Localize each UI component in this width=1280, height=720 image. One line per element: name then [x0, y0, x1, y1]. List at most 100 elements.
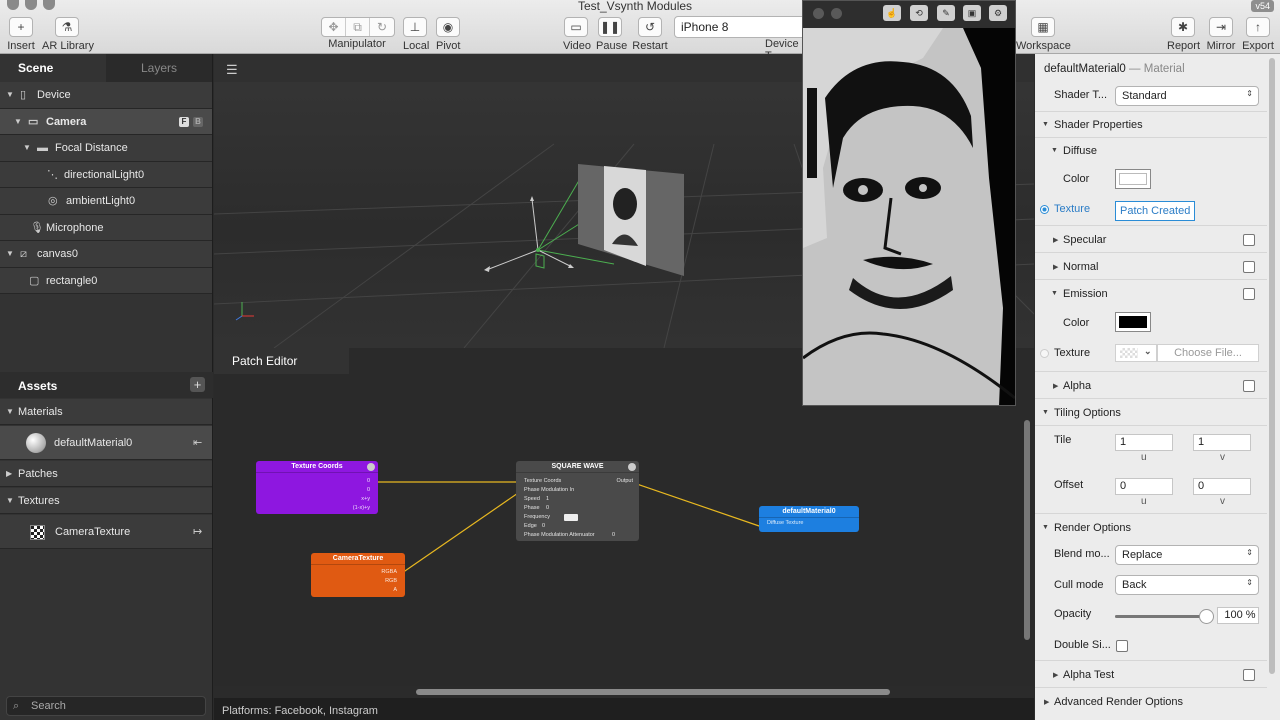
- chevron-right-icon[interactable]: ▶: [1053, 382, 1058, 390]
- chevron-down-icon[interactable]: ▼: [1042, 409, 1049, 416]
- report-button[interactable]: ✱ Report: [1167, 17, 1200, 52]
- edge-value[interactable]: 0: [542, 523, 545, 529]
- diffuse-header[interactable]: ▼ Diffuse: [1035, 138, 1267, 164]
- tiling-options-header[interactable]: ▼ Tiling Options: [1035, 399, 1267, 426]
- scale-icon[interactable]: ⧉: [346, 18, 370, 36]
- pause-button[interactable]: ❚❚ Pause: [596, 17, 627, 52]
- port-x-plus-y[interactable]: x+y: [361, 496, 370, 502]
- port-phase-modulation-in[interactable]: Phase Modulation In: [524, 487, 574, 493]
- tree-item-microphone[interactable]: 🎙 Microphone: [0, 214, 212, 241]
- chevron-down-icon[interactable]: ▼: [23, 135, 31, 161]
- workspace-button[interactable]: ▦ Workspace: [1016, 17, 1071, 52]
- insert-button[interactable]: + Insert: [7, 17, 35, 52]
- rotate-icon[interactable]: ↻: [370, 18, 394, 36]
- restart-button[interactable]: ↺ Restart: [632, 17, 668, 52]
- port-speed[interactable]: Speed: [524, 496, 540, 502]
- alpha-test-checkbox[interactable]: [1243, 669, 1255, 681]
- tab-patch-editor[interactable]: Patch Editor: [214, 348, 349, 374]
- export-button[interactable]: ↑ Export: [1242, 17, 1274, 52]
- advanced-render-options-row[interactable]: ▶ Advanced Render Options: [1035, 688, 1267, 715]
- tile-v-input[interactable]: 1: [1193, 434, 1251, 451]
- port-texture-coords[interactable]: Texture Coords: [524, 478, 561, 484]
- arrow-left-bar-icon[interactable]: ⇤: [193, 426, 202, 460]
- choose-file-button[interactable]: Choose File...: [1157, 344, 1259, 362]
- assets-patches-folder[interactable]: ▶ Patches: [0, 461, 212, 487]
- emission-color-swatch[interactable]: [1115, 312, 1151, 332]
- port-1[interactable]: 0: [367, 487, 370, 493]
- chevron-down-icon[interactable]: ▼: [1042, 524, 1049, 531]
- chevron-down-icon[interactable]: ▼: [6, 488, 14, 514]
- emission-row[interactable]: ▼ Emission: [1035, 280, 1267, 307]
- cull-mode-select[interactable]: Back ⇕: [1115, 575, 1259, 595]
- frequency-input[interactable]: [564, 514, 578, 521]
- diffuse-color-swatch[interactable]: [1115, 169, 1151, 189]
- port-0[interactable]: 0: [367, 478, 370, 484]
- chevron-down-icon[interactable]: ▼: [6, 241, 14, 267]
- chevron-down-icon[interactable]: ▼: [6, 82, 14, 108]
- specular-checkbox[interactable]: [1243, 234, 1255, 246]
- chevron-down-icon[interactable]: ▼: [14, 109, 22, 135]
- texture-radio-selected[interactable]: [1040, 205, 1049, 214]
- port-output[interactable]: Output: [616, 478, 633, 484]
- simulator-minimize-button[interactable]: [831, 8, 842, 19]
- port-rgb[interactable]: RGB: [385, 578, 397, 584]
- move-icon[interactable]: ✥: [322, 18, 346, 36]
- square-wave-node[interactable]: SQUARE WAVE Texture Coords Phase Modulat…: [516, 461, 639, 541]
- node-settings-icon[interactable]: [367, 463, 375, 471]
- mirror-button[interactable]: ⇥ Mirror: [1206, 17, 1236, 52]
- opacity-slider-track[interactable]: [1115, 609, 1214, 624]
- chevron-down-icon[interactable]: ▼: [6, 399, 14, 425]
- chevron-right-icon[interactable]: ▶: [1053, 236, 1058, 244]
- chevron-down-icon[interactable]: ▼: [1051, 147, 1058, 154]
- add-asset-button[interactable]: +: [190, 377, 205, 392]
- patch-vertical-scrollbar[interactable]: [1024, 420, 1030, 640]
- opacity-input[interactable]: 100 %: [1217, 607, 1259, 624]
- assets-materials-folder[interactable]: ▼ Materials: [0, 399, 212, 425]
- chevron-right-icon[interactable]: ▶: [1053, 263, 1058, 271]
- tree-item-canvas[interactable]: ▼ ⧄ canvas0: [0, 241, 212, 268]
- tree-item-camera[interactable]: ▼ ▭ Camera F B: [0, 108, 212, 135]
- port-edge[interactable]: Edge: [524, 523, 537, 529]
- port-phase-modulation-attenuator[interactable]: Phase Modulation Attenuator: [524, 532, 595, 538]
- back-camera-badge[interactable]: B: [193, 116, 203, 127]
- port-a[interactable]: A: [393, 587, 397, 593]
- rotate-device-icon[interactable]: ⟲: [910, 5, 928, 21]
- shader-type-select[interactable]: Standard ⇕: [1115, 86, 1259, 106]
- default-material-node[interactable]: defaultMaterial0 Diffuse Texture: [759, 506, 859, 532]
- tab-layers[interactable]: Layers: [106, 54, 212, 82]
- brush-icon[interactable]: ✎: [937, 5, 955, 21]
- blend-mode-select[interactable]: Replace ⇕: [1115, 545, 1259, 565]
- alpha-checkbox[interactable]: [1243, 380, 1255, 392]
- pivot-button[interactable]: ◉ Pivot: [436, 17, 460, 52]
- ar-library-button[interactable]: ⚗ AR Library: [42, 17, 94, 52]
- chevron-down-icon[interactable]: ▼: [1051, 290, 1058, 297]
- node-settings-icon[interactable]: [628, 463, 636, 471]
- local-button[interactable]: ⊥ Local: [403, 17, 429, 52]
- tree-item-focal-distance[interactable]: ▼ ▬ Focal Distance: [0, 135, 212, 162]
- tree-item-rectangle[interactable]: ▢ rectangle0: [0, 267, 212, 294]
- tree-item-ambient-light[interactable]: ◎ ambientLight0: [0, 188, 212, 215]
- texture-coords-node[interactable]: Texture Coords 0 0 x+y (1-x)+y: [256, 461, 378, 514]
- normal-checkbox[interactable]: [1243, 261, 1255, 273]
- normal-row[interactable]: ▶ Normal: [1035, 253, 1267, 280]
- phase-value[interactable]: 0: [546, 505, 549, 511]
- specular-row[interactable]: ▶ Specular: [1035, 226, 1267, 253]
- chevron-right-icon[interactable]: ▶: [6, 461, 12, 487]
- port-rgba[interactable]: RGBA: [381, 569, 397, 575]
- touch-icon[interactable]: ☝: [883, 5, 901, 21]
- opacity-slider-thumb[interactable]: [1199, 609, 1214, 624]
- port-diffuse-texture[interactable]: Diffuse Texture: [767, 520, 803, 526]
- chevron-down-icon[interactable]: ▼: [1042, 121, 1049, 128]
- tree-item-device[interactable]: ▼ ▯ Device: [0, 82, 212, 109]
- simulator-close-button[interactable]: [813, 8, 824, 19]
- gear-icon[interactable]: ⚙: [989, 5, 1007, 21]
- tile-u-input[interactable]: 1: [1115, 434, 1173, 451]
- offset-u-input[interactable]: 0: [1115, 478, 1173, 495]
- inspector-scrollbar[interactable]: [1269, 58, 1275, 674]
- tree-item-directional-light[interactable]: ⋱ directionalLight0: [0, 161, 212, 188]
- chevron-right-icon[interactable]: ▶: [1053, 671, 1058, 679]
- attenuator-value[interactable]: 0: [612, 532, 615, 538]
- alpha-test-row[interactable]: ▶ Alpha Test: [1035, 661, 1267, 688]
- device-select[interactable]: iPhone 8: [674, 16, 808, 38]
- speed-value[interactable]: 1: [546, 496, 549, 502]
